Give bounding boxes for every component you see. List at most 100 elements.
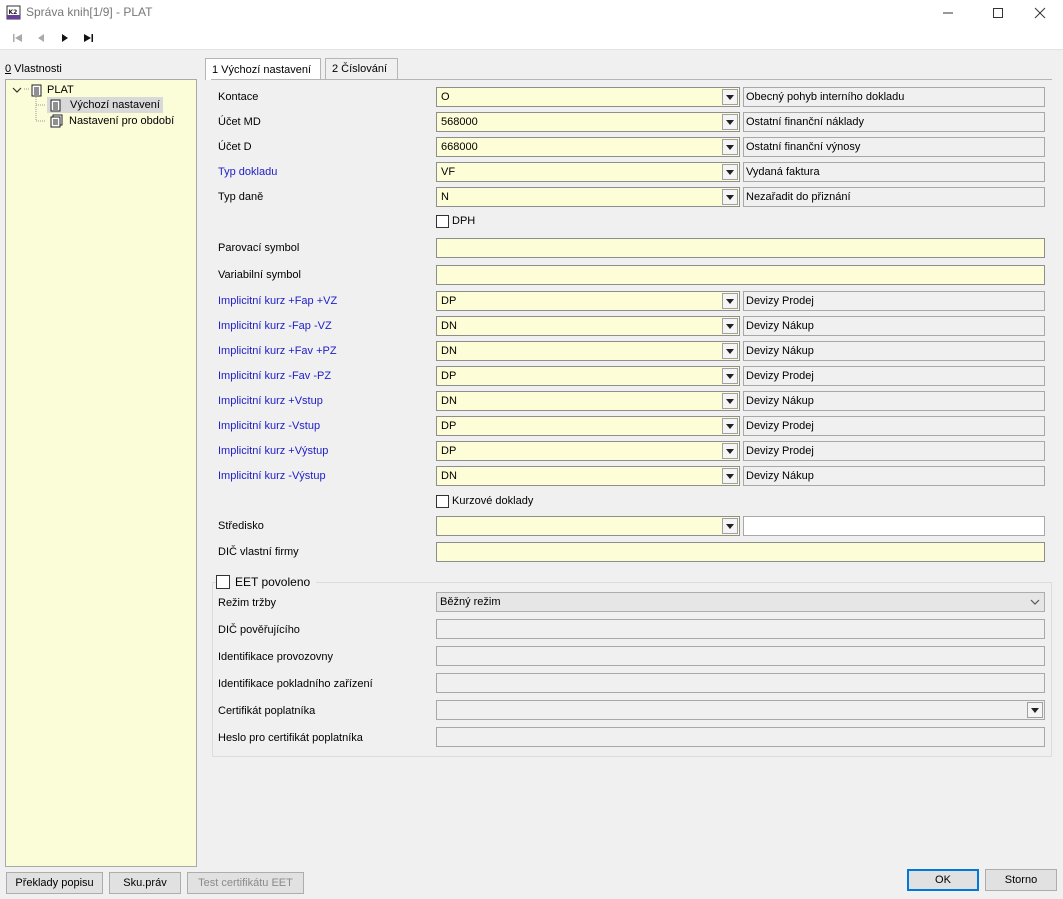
sku-prav-button[interactable]: Sku.práv — [109, 872, 181, 894]
kurz-fap-vz-minus-label[interactable]: Implicitní kurz -Fap -VZ — [218, 319, 332, 333]
dropdown-button[interactable] — [722, 189, 738, 205]
dropdown-button[interactable] — [722, 318, 738, 334]
storno-button[interactable]: Storno — [985, 869, 1057, 891]
kurzove-doklady-checkbox[interactable]: Kurzové doklady — [436, 494, 533, 508]
dropdown-button[interactable] — [1027, 702, 1043, 718]
tab-vychozi-nastaveni[interactable]: 1 Výchozí nastavení — [205, 58, 321, 80]
identifikace-provozovny-input[interactable] — [436, 646, 1045, 666]
kurz-vystup-plus-label[interactable]: Implicitní kurz +Výstup — [218, 444, 328, 458]
last-record-button[interactable] — [80, 31, 96, 45]
dropdown-button[interactable] — [722, 164, 738, 180]
kurz-vstup-minus-description: Devizy Prodej — [743, 416, 1045, 436]
properties-tree[interactable]: PLAT Výchozí nastavení Nastavení pro obd… — [5, 79, 197, 867]
kurz-vystup-minus-label[interactable]: Implicitní kurz -Výstup — [218, 469, 326, 483]
next-record-button[interactable] — [57, 31, 73, 45]
first-record-button[interactable] — [10, 31, 26, 45]
eet-enabled-checkbox[interactable]: EET povoleno — [216, 574, 317, 590]
dropdown-button[interactable] — [722, 468, 738, 484]
window-title: Správa knih[1/9] - PLAT — [26, 5, 153, 19]
stredisko-description — [743, 516, 1045, 536]
dropdown-arrow-icon — [1031, 707, 1039, 713]
dropdown-button[interactable] — [722, 89, 738, 105]
tree-node-nastaveni-pro-obdobi[interactable]: Nastavení pro období — [50, 113, 174, 129]
ucet-md-combo[interactable]: 568000 — [436, 112, 740, 132]
kurz-vstup-minus-label[interactable]: Implicitní kurz -Vstup — [218, 419, 320, 433]
dic-firmy-input[interactable] — [436, 542, 1045, 562]
certifikat-combo[interactable] — [436, 700, 1045, 720]
kurz-vystup-plus-combo[interactable]: DP — [436, 441, 740, 461]
variabilni-symbol-input[interactable] — [436, 265, 1045, 285]
previous-record-button[interactable] — [33, 31, 49, 45]
kurz-fav-pz-plus-combo[interactable]: DN — [436, 341, 740, 361]
dropdown-button[interactable] — [722, 393, 738, 409]
dropdown-arrow-icon — [726, 94, 734, 100]
stredisko-combo[interactable] — [436, 516, 740, 536]
dph-checkbox[interactable]: DPH — [436, 214, 475, 228]
chevron-down-icon[interactable] — [12, 85, 22, 95]
kurz-fap-vz-plus-combo[interactable]: DP — [436, 291, 740, 311]
typ-dokladu-combo[interactable]: VF — [436, 162, 740, 182]
identifikace-zarizeni-input[interactable] — [436, 673, 1045, 693]
ok-button[interactable]: OK — [907, 869, 979, 891]
identifikace-provozovny-label: Identifikace provozovny — [218, 651, 333, 663]
tree-node-plat[interactable]: PLAT — [12, 82, 74, 98]
kurz-vstup-plus-description: Devizy Nákup — [743, 391, 1045, 411]
typ-dokladu-label[interactable]: Typ dokladu — [218, 165, 277, 179]
dic-firmy-label: DIČ vlastní firmy — [218, 546, 299, 558]
ucet-d-combo[interactable]: 668000 — [436, 137, 740, 157]
last-record-icon — [84, 34, 93, 42]
kurz-fav-pz-minus-combo[interactable]: DP — [436, 366, 740, 386]
kurz-vystup-minus-description: Devizy Nákup — [743, 466, 1045, 486]
parovaci-symbol-label: Parovací symbol — [218, 242, 300, 254]
typ-dokladu-description: Vydaná faktura — [743, 162, 1045, 182]
ucet-d-description: Ostatní finanční výnosy — [743, 137, 1045, 157]
maximize-icon — [993, 8, 1003, 18]
previous-record-icon — [38, 34, 44, 42]
kurz-vystup-minus-combo[interactable]: DN — [436, 466, 740, 486]
kurz-vstup-plus-combo[interactable]: DN — [436, 391, 740, 411]
dropdown-button[interactable] — [722, 518, 738, 534]
test-certifikatu-eet-button[interactable]: Test certifikátu EET — [187, 872, 304, 894]
kurz-fav-pz-minus-label[interactable]: Implicitní kurz -Fav -PZ — [218, 369, 331, 383]
tree-node-label: PLAT — [47, 84, 74, 96]
dropdown-button[interactable] — [722, 418, 738, 434]
kurz-fap-vz-minus-combo[interactable]: DN — [436, 316, 740, 336]
checkbox-box[interactable] — [436, 494, 449, 508]
identifikace-zarizeni-label: Identifikace pokladního zařízení — [218, 678, 373, 690]
typ-dane-combo[interactable]: N — [436, 187, 740, 207]
dropdown-arrow-icon — [726, 144, 734, 150]
kontace-combo[interactable]: O — [436, 87, 740, 107]
dic-poverujiciho-input[interactable] — [436, 619, 1045, 639]
checkbox-box[interactable] — [216, 575, 230, 589]
dropdown-button[interactable] — [722, 368, 738, 384]
rezim-trzby-select[interactable]: Běžný režim — [436, 592, 1045, 612]
title-bar: K2 Správa knih[1/9] - PLAT — [0, 0, 1063, 26]
tree-node-label: Výchozí nastavení — [70, 99, 160, 111]
tree-node-vychozi-nastaveni[interactable]: Výchozí nastavení — [47, 97, 163, 113]
checkbox-box[interactable] — [436, 214, 449, 228]
dropdown-arrow-icon — [726, 423, 734, 429]
maximize-button[interactable] — [975, 0, 1021, 26]
kurz-fav-pz-plus-label[interactable]: Implicitní kurz +Fav +PZ — [218, 344, 337, 358]
documents-icon — [50, 114, 63, 128]
dropdown-button[interactable] — [722, 343, 738, 359]
dropdown-arrow-icon — [726, 473, 734, 479]
heslo-input[interactable] — [436, 727, 1045, 747]
dropdown-button[interactable] — [722, 443, 738, 459]
kurz-vstup-minus-combo[interactable]: DP — [436, 416, 740, 436]
dropdown-button[interactable] — [722, 293, 738, 309]
parovaci-symbol-input[interactable] — [436, 238, 1045, 258]
close-icon — [1034, 7, 1046, 19]
dropdown-arrow-icon — [726, 373, 734, 379]
close-button[interactable] — [1017, 0, 1063, 26]
kurz-fav-pz-plus-description: Devizy Nákup — [743, 341, 1045, 361]
kurz-vstup-plus-label[interactable]: Implicitní kurz +Vstup — [218, 394, 323, 408]
stredisko-label: Středisko — [218, 520, 264, 532]
preklady-popisu-button[interactable]: Překlady popisu — [6, 872, 103, 894]
minimize-button[interactable] — [925, 0, 971, 26]
kurz-fap-vz-plus-label[interactable]: Implicitní kurz +Fap +VZ — [218, 294, 337, 308]
dropdown-button[interactable] — [722, 114, 738, 130]
typ-dane-description: Nezařadit do přiznání — [743, 187, 1045, 207]
tab-cislovani[interactable]: 2 Číslování — [325, 58, 398, 79]
dropdown-button[interactable] — [722, 139, 738, 155]
